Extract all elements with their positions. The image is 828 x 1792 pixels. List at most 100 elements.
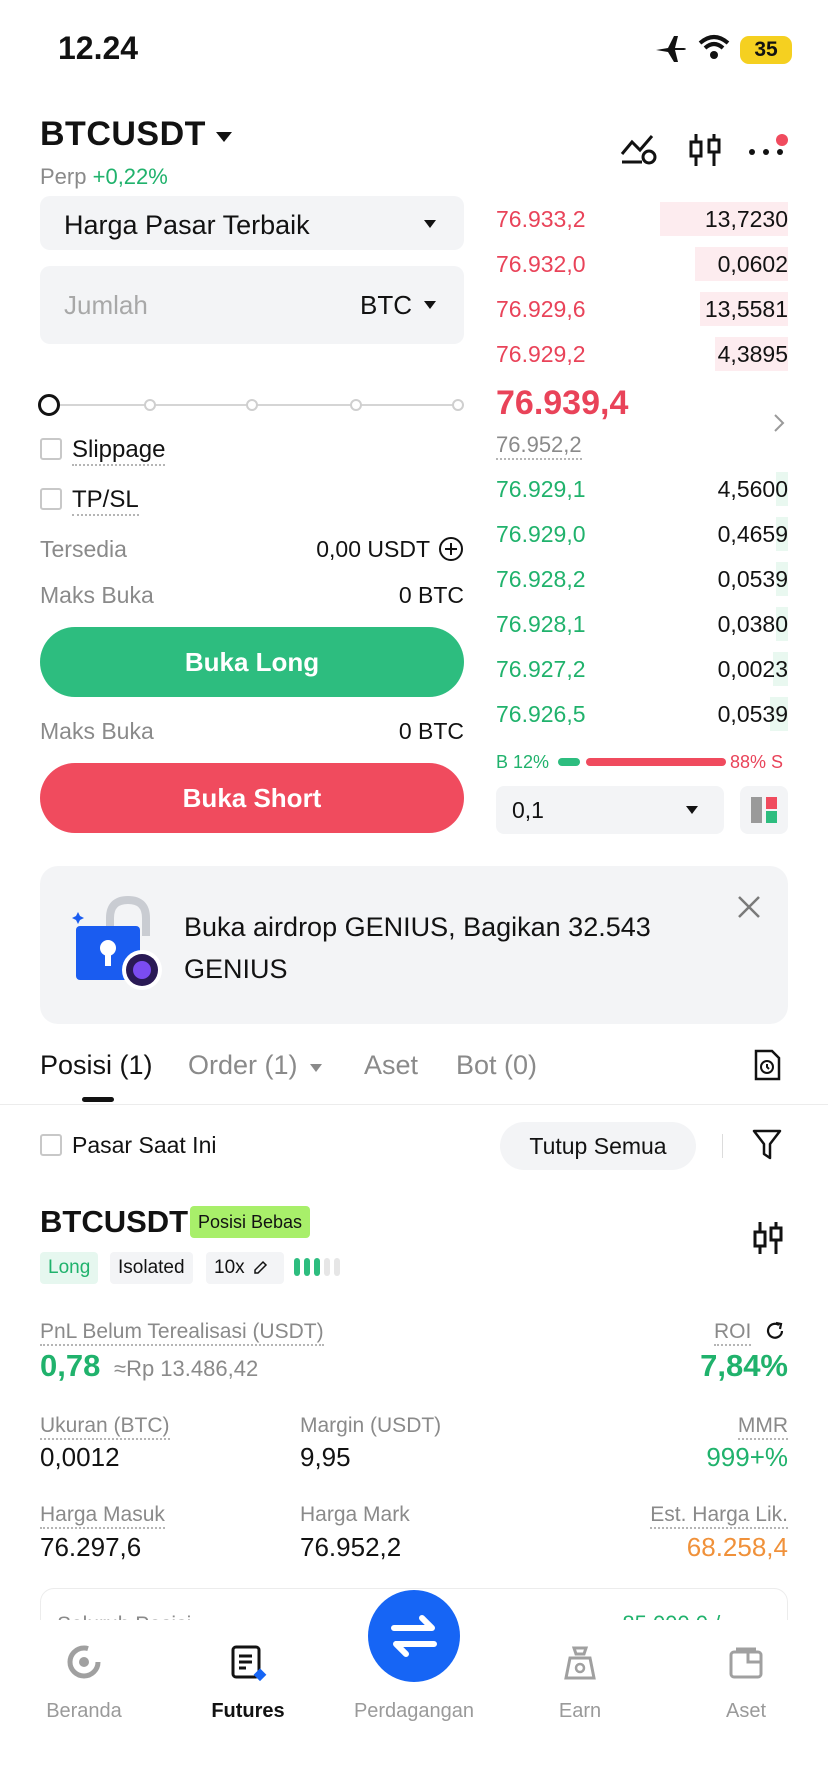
wallet-icon[interactable] (728, 1646, 764, 1680)
amount-unit[interactable]: BTC (360, 290, 412, 321)
open-long-button[interactable]: Buka Long (40, 627, 464, 697)
wifi-icon (698, 34, 730, 60)
slippage-label[interactable]: Slippage (72, 436, 166, 466)
entry-price-label[interactable]: Harga Masuk (40, 1503, 165, 1529)
vertical-divider (722, 1134, 723, 1158)
trade-fab-button[interactable] (368, 1590, 460, 1682)
tabs-divider (0, 1104, 828, 1105)
nav-futures[interactable]: Futures (168, 1700, 328, 1723)
unit-chevron-down-icon[interactable] (424, 301, 436, 309)
history-icon[interactable] (752, 1048, 782, 1082)
orders-chevron-down-icon[interactable] (310, 1064, 322, 1072)
order-book-price: 76.932,0 (496, 251, 586, 277)
available-label: Tersedia (40, 536, 127, 562)
mmr-label[interactable]: MMR (737, 1414, 788, 1440)
amount-input[interactable]: Jumlah BTC (40, 266, 464, 344)
refresh-icon[interactable] (764, 1320, 786, 1342)
book-layout-icon[interactable] (740, 786, 788, 834)
last-price[interactable]: 76.939,4 (496, 384, 628, 423)
order-book-row[interactable]: 76.929,0 0,4659 (496, 517, 788, 551)
margin-mode-tag[interactable]: Isolated (110, 1252, 193, 1284)
order-book-qty: 0,0023 (717, 656, 788, 682)
nav-assets[interactable]: Aset (666, 1700, 826, 1723)
banner-text: Buka airdrop GENIUS, Bagikan 32.543 GENI… (184, 912, 651, 984)
order-type-select[interactable]: Harga Pasar Terbaik (40, 196, 464, 250)
slider-step-100[interactable] (452, 399, 464, 411)
slider-knob[interactable] (38, 394, 60, 416)
swap-icon (391, 1615, 437, 1657)
tpsl-checkbox[interactable] (40, 488, 62, 510)
pair-title[interactable]: BTCUSDT (40, 115, 206, 154)
home-icon[interactable] (66, 1644, 102, 1680)
margin-value: 9,95 (300, 1442, 351, 1472)
order-book-qty: 13,7230 (704, 206, 788, 232)
tab-active-indicator (82, 1097, 114, 1102)
tab-orders[interactable]: Order (1) (188, 1050, 298, 1081)
order-book-qty: 0,0539 (717, 566, 788, 592)
order-book-row[interactable]: 76.932,0 0,0602 (496, 247, 788, 281)
slider-step-75[interactable] (350, 399, 362, 411)
position-pair[interactable]: BTCUSDT (40, 1204, 188, 1240)
max-open-short-label: Maks Buka (40, 718, 154, 744)
nav-earn[interactable]: Earn (500, 1700, 660, 1723)
pair-dropdown-icon[interactable] (216, 132, 232, 142)
order-book-row[interactable]: 76.933,2 13,7230 (496, 202, 788, 236)
order-book-row[interactable]: 76.928,2 0,0539 (496, 562, 788, 596)
size-label[interactable]: Ukuran (BTC) (40, 1414, 170, 1440)
order-book-row[interactable]: 76.927,2 0,0023 (496, 652, 788, 686)
depth-step-select[interactable]: 0,1 (496, 786, 724, 834)
order-book-row[interactable]: 76.929,1 4,5600 (496, 472, 788, 506)
sell-ratio-bar (586, 758, 726, 766)
order-book-row[interactable]: 76.928,1 0,0380 (496, 607, 788, 641)
status-time: 12.24 (58, 30, 139, 66)
leverage-tag[interactable]: 10x (206, 1252, 284, 1284)
slippage-checkbox[interactable] (40, 438, 62, 460)
tab-assets[interactable]: Aset (364, 1050, 418, 1081)
order-book-price: 76.929,0 (496, 521, 586, 547)
add-funds-icon[interactable] (438, 536, 464, 562)
current-market-checkbox[interactable] (40, 1134, 62, 1156)
futures-icon[interactable] (230, 1644, 268, 1682)
current-market-label[interactable]: Pasar Saat Ini (72, 1132, 216, 1159)
mark-price: 76.952,2 (496, 432, 582, 460)
order-book-row[interactable]: 76.929,2 4,3895 (496, 337, 788, 371)
order-book-row[interactable]: 76.929,6 13,5581 (496, 292, 788, 326)
close-all-button[interactable]: Tutup Semua (500, 1122, 696, 1170)
chevron-right-icon[interactable] (772, 412, 786, 434)
margin-label: Margin (USDT) (300, 1414, 442, 1437)
tab-bots[interactable]: Bot (0) (456, 1050, 537, 1081)
earn-icon[interactable] (562, 1644, 598, 1682)
roi-value: 7,84% (700, 1348, 788, 1383)
close-icon[interactable] (736, 894, 762, 920)
chart-settings-icon[interactable] (620, 132, 658, 166)
edit-icon (252, 1260, 268, 1276)
order-book-row[interactable]: 76.926,5 0,0539 (496, 697, 788, 731)
slider-step-25[interactable] (144, 399, 156, 411)
nav-trade[interactable]: Perdagangan (334, 1700, 494, 1723)
pnl-value: 0,78 (40, 1348, 101, 1383)
risk-level-icon (292, 1256, 348, 1278)
nav-home[interactable]: Beranda (4, 1700, 164, 1723)
order-book-qty: 0,0602 (717, 251, 788, 277)
pnl-label[interactable]: PnL Belum Terealisasi (USDT) (40, 1320, 324, 1346)
liq-price-value: 68.258,4 (686, 1532, 788, 1562)
sell-ratio: 88% S (730, 752, 784, 772)
buy-ratio: B 12% (496, 752, 550, 772)
tpsl-label[interactable]: TP/SL (72, 486, 139, 516)
order-book-price: 76.929,6 (496, 296, 586, 322)
roi-label[interactable]: ROI (714, 1320, 752, 1346)
position-chart-icon[interactable] (752, 1220, 784, 1256)
order-book-qty: 4,3895 (717, 341, 788, 367)
entry-price-value: 76.297,6 (40, 1532, 142, 1562)
filter-icon[interactable] (752, 1128, 782, 1162)
mark-price-label: Harga Mark (300, 1503, 410, 1526)
depth-step-value: 0,1 (512, 797, 544, 823)
liq-price-label[interactable]: Est. Harga Lik. (650, 1503, 788, 1529)
more-menu-icon[interactable] (746, 132, 790, 168)
open-short-button[interactable]: Buka Short (40, 763, 464, 833)
battery-indicator: 35 (740, 36, 792, 64)
tab-positions[interactable]: Posisi (1) (40, 1050, 153, 1081)
slider-step-50[interactable] (246, 399, 258, 411)
candlestick-icon[interactable] (688, 132, 722, 168)
order-book-qty: 4,5600 (717, 476, 788, 502)
